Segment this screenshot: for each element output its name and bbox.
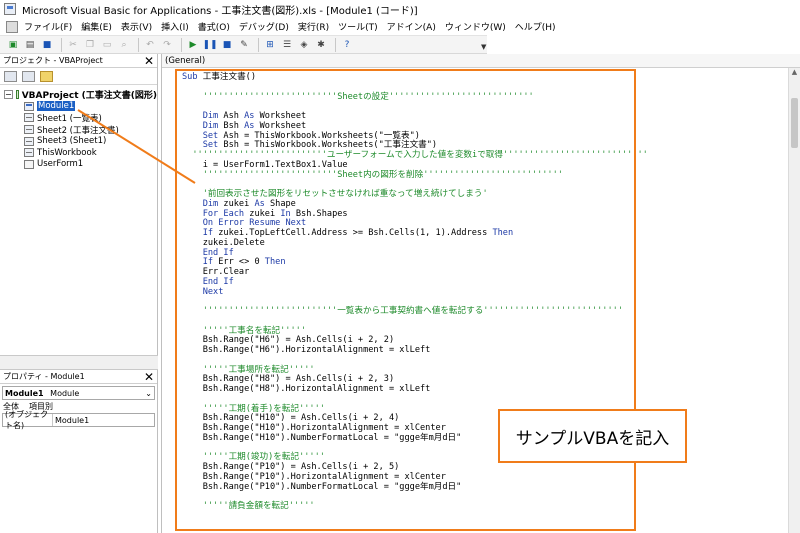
- tree-item-thisworkbook[interactable]: ThisWorkbook: [4, 147, 157, 159]
- toolbar-overflow-icon[interactable]: ▼: [481, 43, 487, 53]
- property-row[interactable]: (オブジェクト名) Module1: [2, 410, 155, 430]
- menu-format[interactable]: 書式(O): [198, 20, 230, 33]
- properties-window: プロパティ - Module1 ✕ Module1 Module ⌄ 全体 項目…: [0, 370, 158, 533]
- paste-icon[interactable]: ▭: [100, 38, 114, 52]
- undo-icon[interactable]: ↶: [143, 38, 157, 52]
- chevron-down-icon: ⌄: [145, 388, 152, 398]
- tree-item-sheet2[interactable]: Sheet2 (工事注文書): [4, 124, 157, 136]
- excel-icon[interactable]: ▣: [6, 38, 20, 52]
- toolbar-separator: [181, 37, 182, 52]
- insert-module-icon[interactable]: ▤: [23, 38, 37, 52]
- tree-item-label: Module1: [37, 101, 76, 112]
- properties-pane-title: プロパティ - Module1 ✕: [0, 370, 157, 384]
- project-tree: − VBAProject (工事注文書(図形) Module1 Sheet1 (…: [0, 85, 157, 170]
- menu-bar: ファイル(F) 編集(E) 表示(V) 挿入(I) 書式(O) デバッグ(D) …: [0, 18, 800, 35]
- pane-splitter[interactable]: [0, 355, 158, 370]
- collapse-icon[interactable]: −: [4, 90, 13, 100]
- toolbar-separator: [138, 37, 139, 52]
- tree-item-label: Sheet3 (Sheet1): [37, 136, 107, 147]
- menu-edit[interactable]: 編集(E): [81, 20, 112, 33]
- run-icon[interactable]: ▶: [186, 38, 200, 52]
- tree-root[interactable]: − VBAProject (工事注文書(図形): [4, 89, 157, 101]
- tree-root-label: VBAProject (工事注文書(図形): [21, 91, 157, 102]
- sheet-icon: [24, 113, 34, 123]
- tree-item-label: UserForm1: [37, 159, 84, 170]
- project-pane-title-text: プロジェクト - VBAProject: [3, 56, 103, 65]
- break-icon[interactable]: ❚❚: [202, 38, 217, 52]
- module-icon: [24, 101, 34, 111]
- properties-icon[interactable]: ☰: [280, 38, 294, 52]
- menu-run[interactable]: 実行(R): [298, 20, 329, 33]
- close-icon[interactable]: ✕: [144, 55, 154, 67]
- tree-item-label: ThisWorkbook: [37, 147, 97, 158]
- object-selector-value: (General): [165, 55, 206, 66]
- menu-file[interactable]: ファイル(F): [24, 20, 72, 33]
- control-menu-icon[interactable]: [6, 20, 18, 33]
- view-code-icon[interactable]: [4, 70, 17, 82]
- vbaproject-icon: [15, 90, 19, 100]
- callout-text: サンプルVBAを記入: [515, 428, 670, 449]
- vba-app-icon: [4, 3, 16, 15]
- property-key: (オブジェクト名): [3, 410, 53, 430]
- scrollbar-thumb[interactable]: [791, 98, 798, 148]
- property-value[interactable]: Module1: [53, 416, 89, 425]
- view-object-icon[interactable]: [22, 70, 35, 82]
- menu-insert[interactable]: 挿入(I): [161, 20, 189, 33]
- tree-item-sheet3[interactable]: Sheet3 (Sheet1): [4, 135, 157, 147]
- tree-item-module1[interactable]: Module1: [4, 101, 157, 113]
- menu-debug[interactable]: デバッグ(D): [239, 20, 289, 33]
- toolbar-separator: [335, 37, 336, 52]
- save-icon[interactable]: ■: [40, 38, 54, 52]
- menu-tools[interactable]: ツール(T): [338, 20, 378, 33]
- project-explorer: プロジェクト - VBAProject ✕ − VBAProject (工事注文…: [0, 54, 158, 355]
- window-title: Microsoft Visual Basic for Applications …: [22, 5, 418, 17]
- cut-icon[interactable]: ✂: [66, 38, 80, 52]
- toolbar-separator: [258, 37, 259, 52]
- workbook-icon: [24, 148, 34, 158]
- object-selector[interactable]: (General): [162, 54, 800, 68]
- copy-icon[interactable]: ❐: [83, 38, 97, 52]
- find-icon[interactable]: ⌕: [117, 38, 131, 52]
- reset-icon[interactable]: ■: [220, 38, 234, 52]
- sheet-icon: [24, 125, 34, 135]
- object-name: Module1: [5, 388, 44, 398]
- toolbar-separator: [61, 37, 62, 52]
- redo-icon[interactable]: ↷: [160, 38, 174, 52]
- design-mode-icon[interactable]: ✎: [237, 38, 251, 52]
- object-type: Module: [50, 388, 80, 398]
- toolbox-icon[interactable]: ✱: [314, 38, 328, 52]
- properties-pane-title-text: プロパティ - Module1: [3, 372, 85, 381]
- menu-addins[interactable]: アドイン(A): [387, 20, 436, 33]
- scroll-up-icon[interactable]: ▲: [789, 68, 800, 80]
- object-select[interactable]: Module1 Module ⌄: [2, 386, 155, 400]
- project-explorer-icon[interactable]: ⊞: [263, 38, 277, 52]
- tree-item-userform1[interactable]: UserForm1: [4, 159, 157, 171]
- callout-box: サンプルVBAを記入: [498, 409, 687, 463]
- tree-item-label: Sheet1 (一覧表): [37, 113, 102, 124]
- title-bar: Microsoft Visual Basic for Applications …: [0, 0, 800, 18]
- standard-toolbar: ▣ ▤ ■ ✂ ❐ ▭ ⌕ ↶ ↷ ▶ ❚❚ ■ ✎ ⊞ ☰ ◈ ✱ ?: [0, 35, 487, 54]
- project-pane-toolbar: [0, 68, 157, 85]
- toggle-folders-icon[interactable]: [40, 70, 53, 82]
- sheet-icon: [24, 136, 34, 146]
- tree-item-label: Sheet2 (工事注文書): [37, 125, 119, 136]
- menu-window[interactable]: ウィンドウ(W): [445, 20, 506, 33]
- help-icon[interactable]: ?: [340, 38, 354, 52]
- close-icon[interactable]: ✕: [144, 371, 154, 383]
- project-pane-title: プロジェクト - VBAProject ✕: [0, 54, 157, 68]
- vertical-scrollbar[interactable]: ▲: [788, 68, 800, 533]
- menu-help[interactable]: ヘルプ(H): [515, 20, 556, 33]
- userform-icon: [24, 159, 34, 169]
- tree-item-sheet1[interactable]: Sheet1 (一覧表): [4, 112, 157, 124]
- object-browser-icon[interactable]: ◈: [297, 38, 311, 52]
- menu-view[interactable]: 表示(V): [121, 20, 152, 33]
